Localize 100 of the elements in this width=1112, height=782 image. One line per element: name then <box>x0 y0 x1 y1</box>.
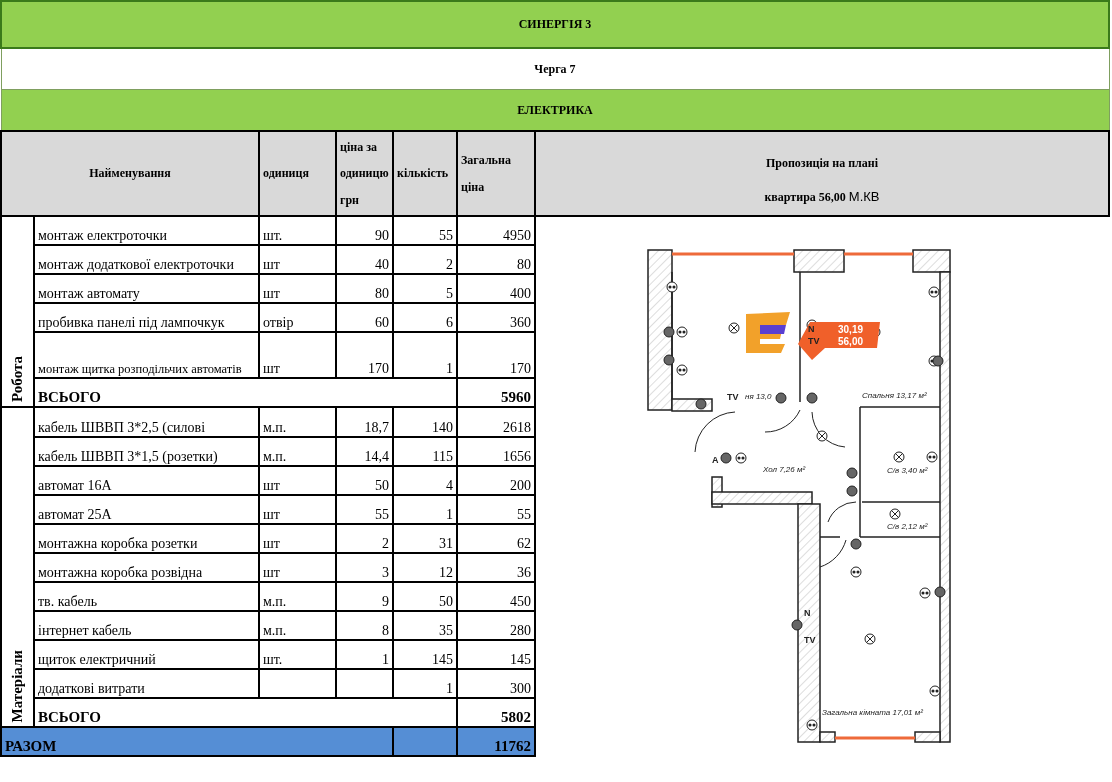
item-name: монтаж додаткової електроточки <box>38 257 234 272</box>
unit-label: М.КВ <box>848 189 880 204</box>
unit-cell: шт. <box>263 228 283 243</box>
unit-cell: м.п. <box>263 420 287 435</box>
price-cell: 8 <box>382 623 389 638</box>
unit-cell: м.п. <box>263 623 287 638</box>
price-cell: 1 <box>382 652 389 667</box>
column-header: кількість <box>397 166 449 181</box>
quantity-cell: 1 <box>446 361 453 376</box>
quantity-cell: 115 <box>432 449 453 464</box>
quantity-cell: 140 <box>432 420 453 435</box>
total-cell: 55 <box>517 507 531 522</box>
item-name: монтаж електроточки <box>38 228 168 243</box>
quantity-cell: 1 <box>446 507 453 522</box>
quantity-cell: 35 <box>439 623 453 638</box>
item-name: додаткові витрати <box>38 681 145 696</box>
room-label: С/в 2,12 м² <box>887 522 928 531</box>
price-cell: 60 <box>375 315 389 330</box>
item-name: пробивка панелі під лампочкук <box>38 315 225 330</box>
section-title: ЕЛЕКТРИКА <box>517 102 593 117</box>
item-name: монтажна коробка розвідна <box>38 565 203 580</box>
column-header: Загальна ціна <box>461 153 511 194</box>
column-header: Найменування <box>89 166 171 181</box>
total-cell: 170 <box>510 361 531 376</box>
price-cell: 50 <box>375 478 389 493</box>
price-cell: 18,7 <box>364 420 389 435</box>
unit-cell: шт <box>263 565 280 580</box>
room-label: Загальна кімната 17,01 м² <box>822 708 923 717</box>
subtotal-value: 5802 <box>501 709 531 725</box>
quantity-cell: 55 <box>439 228 453 243</box>
quantity-cell: 2 <box>446 257 453 272</box>
total-cell: 360 <box>510 315 531 330</box>
item-name: монтаж автомату <box>38 286 140 301</box>
unit-cell: м.п. <box>263 449 287 464</box>
total-cell: 62 <box>517 536 531 551</box>
sheet-title: СИНЕРГІЯ 3 <box>518 17 592 31</box>
price-cell: 2 <box>382 536 389 551</box>
item-name: автомат 25А <box>38 507 112 522</box>
symbol-label: N <box>804 608 811 618</box>
subtotal-value: 5960 <box>501 389 531 405</box>
item-name: щиток електричний <box>38 652 156 667</box>
group-label: Матеріали <box>9 649 26 722</box>
item-name: інтернет кабель <box>38 623 132 638</box>
room-label: Хол 7,26 м² <box>763 465 806 474</box>
total-cell: 80 <box>517 257 531 272</box>
price-cell: 90 <box>375 228 389 243</box>
symbol-label: TV <box>727 392 739 402</box>
quantity-cell: 50 <box>439 594 453 609</box>
item-name: автомат 16А <box>38 478 112 493</box>
total-cell: 450 <box>510 594 531 609</box>
price-cell: 40 <box>375 257 389 272</box>
symbol-label: TV <box>808 336 820 346</box>
price-cell: 170 <box>368 361 389 376</box>
symbol-label: A <box>712 455 719 465</box>
price-cell: 9 <box>382 594 389 609</box>
unit-cell: шт <box>263 361 280 376</box>
quantity-cell: 6 <box>446 315 453 330</box>
total-cell: 145 <box>510 652 531 667</box>
price-cell: 55 <box>375 507 389 522</box>
quantity-cell: 31 <box>439 536 453 551</box>
symbol-label: TV <box>804 635 816 645</box>
quantity-cell: 12 <box>439 565 453 580</box>
total-cell: 400 <box>510 286 531 301</box>
subtotal-label: ВСЬОГО <box>38 709 101 725</box>
unit-cell: отвір <box>263 315 294 330</box>
item-name: монтаж щитка розподільчих автоматів <box>38 362 242 376</box>
grand-total-value: 11762 <box>494 738 531 754</box>
quantity-cell: 145 <box>432 652 453 667</box>
room-label: ня 13,0 <box>745 392 772 401</box>
unit-cell: шт <box>263 478 280 493</box>
unit-cell: м.п. <box>263 594 287 609</box>
room-label: С/в 3,40 м² <box>887 466 928 475</box>
total-cell: 200 <box>510 478 531 493</box>
apartment-label: квартира 56,00 <box>764 190 846 204</box>
price-cell: 80 <box>375 286 389 301</box>
queue-label: Черга 7 <box>534 61 576 76</box>
quantity-cell: 5 <box>446 286 453 301</box>
total-cell: 36 <box>517 565 531 580</box>
unit-cell: шт <box>263 286 280 301</box>
group-label: Робота <box>9 356 26 402</box>
total-cell: 300 <box>510 681 531 696</box>
room-label: Спальня 13,17 м² <box>862 391 927 400</box>
item-name: монтажна коробка розетки <box>38 536 198 551</box>
item-name: кабель ШВВП 3*2,5 (силові <box>38 420 206 435</box>
total-cell: 280 <box>510 623 531 638</box>
quantity-cell: 1 <box>446 681 453 696</box>
unit-cell: шт <box>263 536 280 551</box>
total-cell: 2618 <box>503 420 531 435</box>
column-header: ціна за одиницю грн <box>340 139 389 207</box>
unit-cell: шт <box>263 257 280 272</box>
unit-cell: шт <box>263 507 280 522</box>
proposal-heading: Пропозиція на плані <box>765 156 879 170</box>
unit-cell: шт. <box>263 652 283 667</box>
quantity-cell: 4 <box>446 478 453 493</box>
subtotal-label: ВСЬОГО <box>38 389 101 405</box>
symbol-label: N <box>808 324 815 334</box>
item-name: кабель ШВВП 3*1,5 (розетки) <box>38 449 218 464</box>
area-value: 30,19 <box>838 324 864 335</box>
item-name: тв. кабель <box>38 594 98 609</box>
area-value: 56,00 <box>838 336 864 347</box>
